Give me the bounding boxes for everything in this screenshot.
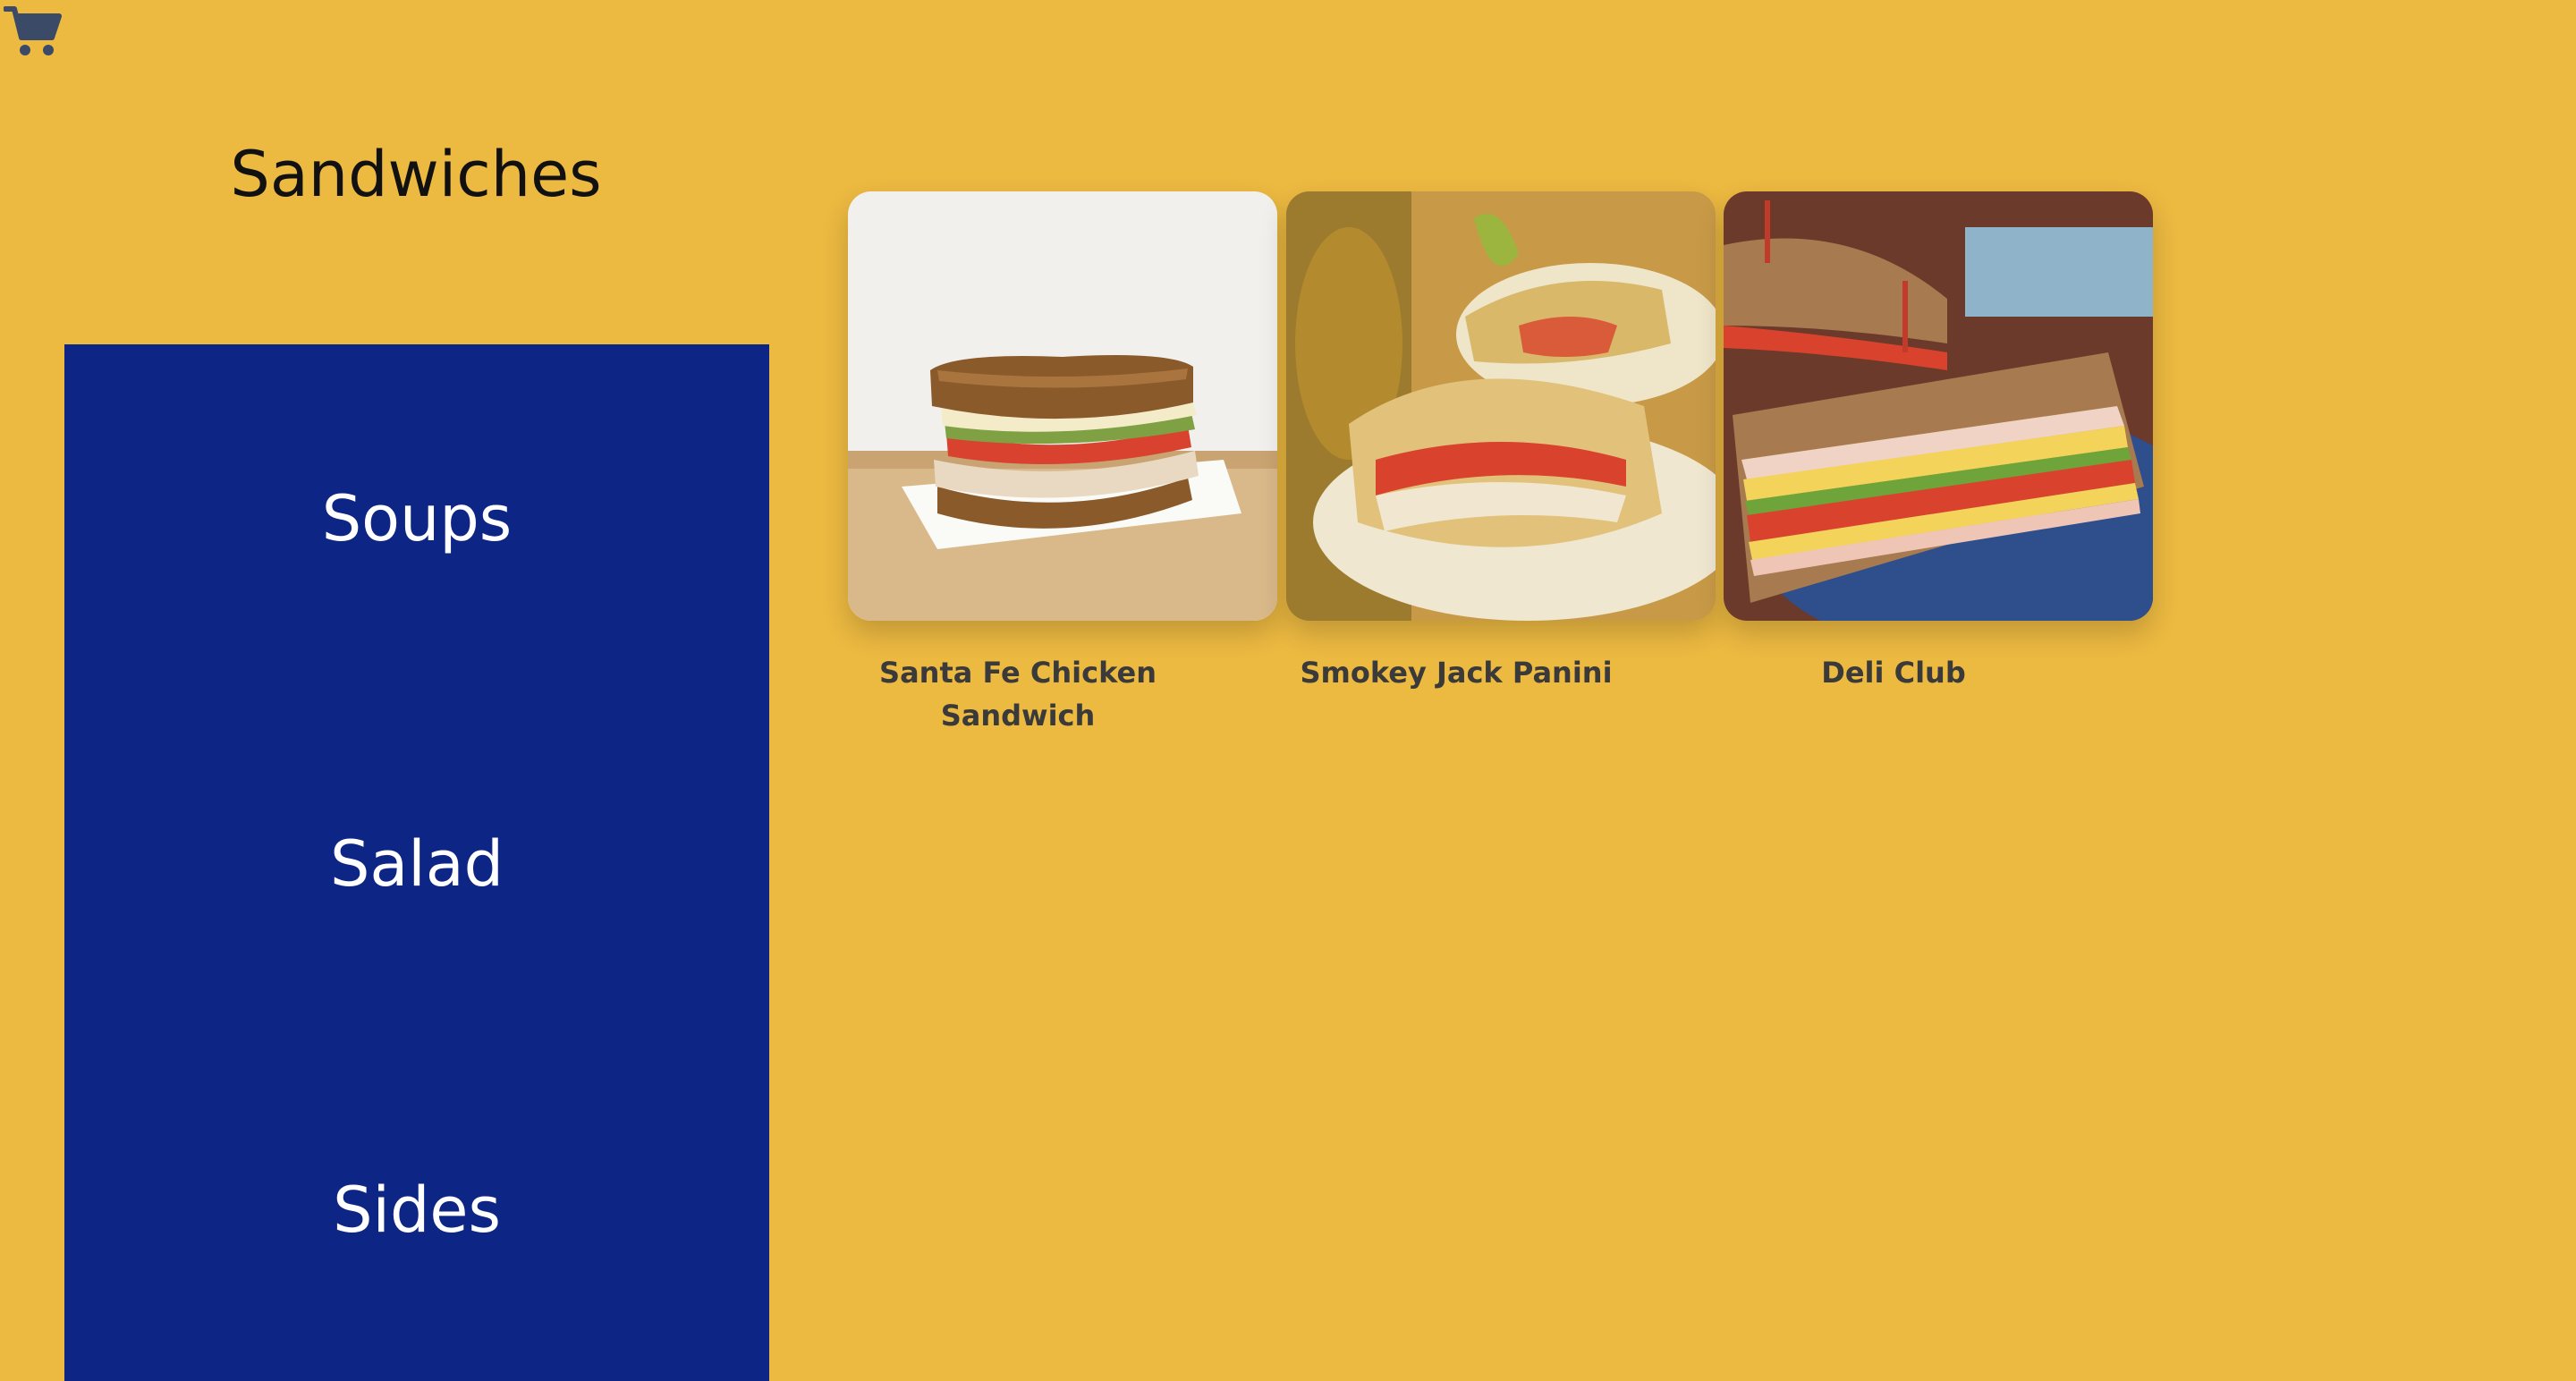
product-card[interactable]: Santa Fe Chicken Sandwich (848, 191, 1277, 737)
sandwich-photo[interactable] (848, 191, 1277, 621)
product-card[interactable]: Smokey Jack Panini (1286, 191, 1716, 694)
nav-item-soups[interactable]: Soups (64, 429, 769, 608)
cart-button[interactable] (4, 4, 63, 59)
product-name: Smokey Jack Panini (1300, 656, 1613, 690)
shopping-cart-icon (4, 6, 62, 55)
club-sandwich-photo[interactable] (1724, 191, 2153, 621)
nav-item-salad[interactable]: Salad (64, 775, 769, 953)
product-name: Santa Fe Chicken Sandwich (879, 656, 1157, 733)
product-grid: Santa Fe Chicken Sandwich Smokey Jack Pa… (848, 191, 2154, 782)
category-nav: Soups Salad Sides (64, 344, 769, 1381)
nav-item-sides[interactable]: Sides (64, 1121, 769, 1300)
product-name: Deli Club (1821, 656, 1966, 690)
panini-photo[interactable] (1286, 191, 1716, 621)
page-title: Sandwiches (230, 138, 602, 211)
product-card[interactable]: Deli Club (1724, 191, 2153, 694)
